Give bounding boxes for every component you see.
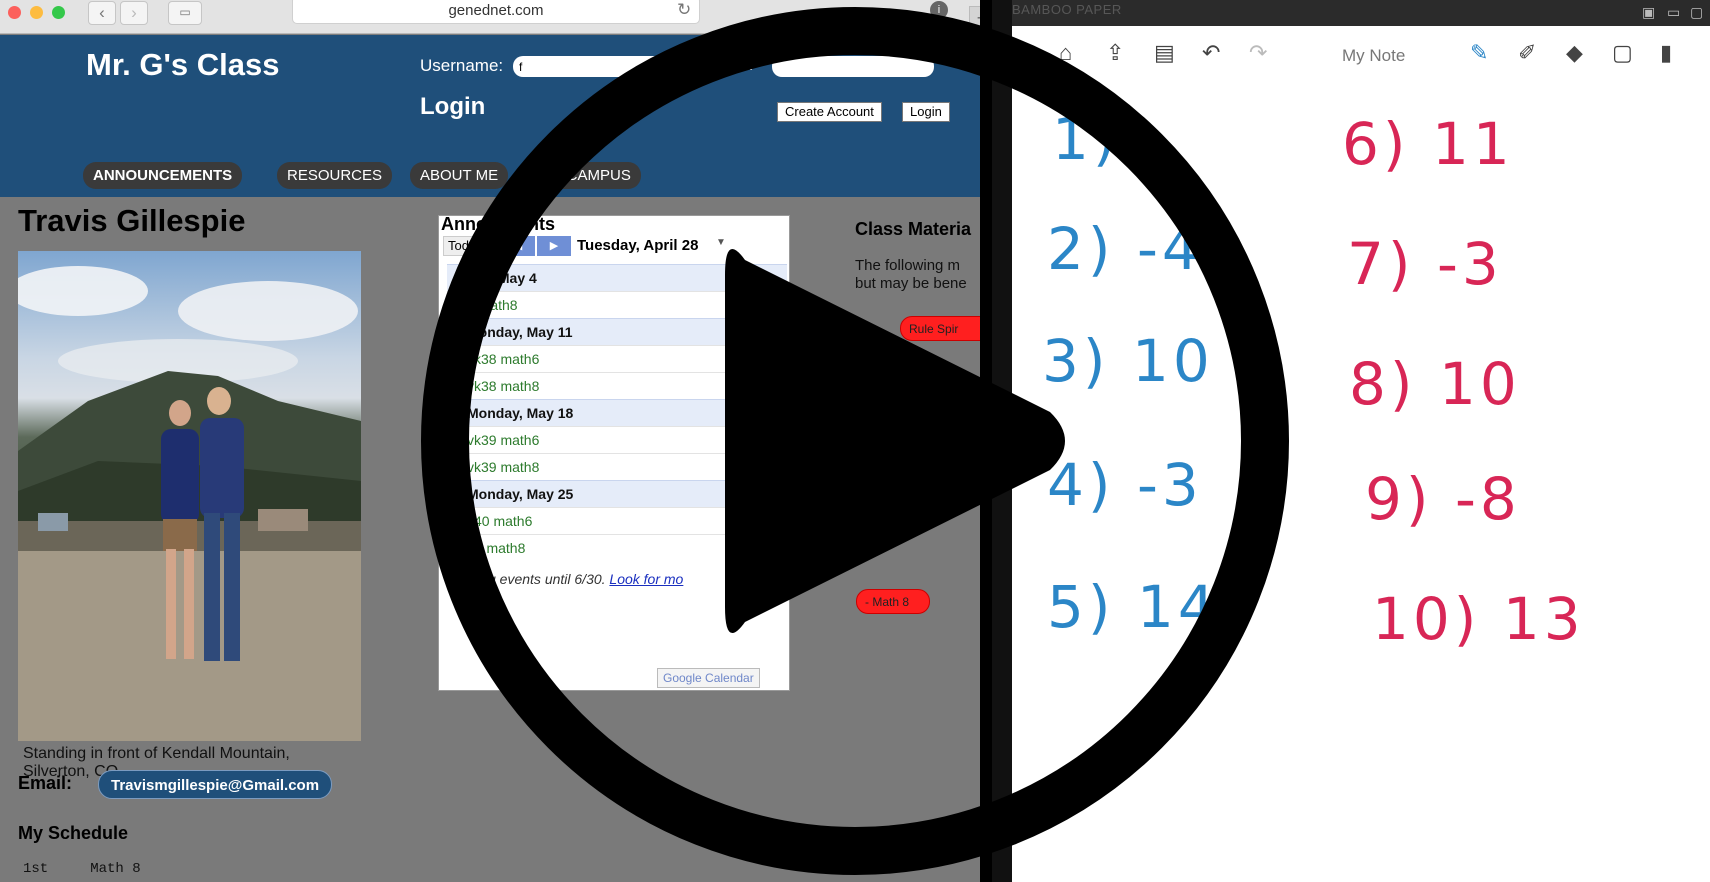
marker-icon[interactable]: ✐ (1518, 41, 1536, 65)
site-header: Mr. G's Class Username: ord: Login Creat… (0, 35, 980, 197)
dropdown-caret-icon[interactable]: ▼ (716, 237, 726, 248)
answer-9: 9) -8 (1365, 465, 1521, 533)
nav-about-me[interactable]: ABOUT ME (410, 162, 509, 189)
note-toolbar: ⌂ ⇪ ▤ ↶ ↷ My Note ✎ ✐ ◆ ▢ ▮ (1012, 26, 1710, 86)
look-for-more-link[interactable]: Look for mo (609, 571, 683, 587)
eraser-icon[interactable]: ◆ (1566, 41, 1583, 65)
calendar-date: Tuesday, April 28 (577, 237, 699, 254)
chat-icon[interactable]: ▣ (1642, 4, 1655, 21)
bookmark-icon[interactable]: ▮ (1660, 41, 1672, 65)
rule-spiral-link[interactable]: Rule Spir (900, 316, 980, 341)
profile-photo (18, 251, 361, 741)
answer-4: 4) -3 (1047, 451, 1203, 519)
class-materials-text: The following m but may be bene (855, 257, 967, 293)
note-title[interactable]: My Note (1342, 46, 1405, 66)
undo-icon[interactable]: ↶ (1202, 41, 1220, 65)
app-name: BAMBOO PAPER (1012, 2, 1122, 17)
share-icon[interactable]: ⇪ (1106, 41, 1124, 65)
new-page-icon[interactable]: ▢ (1612, 41, 1633, 65)
math-8-link[interactable]: - Math 8 (856, 589, 930, 614)
google-calendar-button[interactable]: Google Calendar (657, 668, 760, 688)
answer-5: 5) 14 (1047, 573, 1219, 641)
caption-line-1: Standing in front of Kendall Mountain, (23, 745, 290, 762)
answer-6: 6) 11 (1342, 110, 1514, 178)
calendar-next-button[interactable]: ▶ (537, 236, 571, 256)
class-materials-title: Class Materia (855, 219, 972, 239)
sidebar-icon[interactable]: ▭ (168, 1, 202, 25)
window-icon[interactable]: ▢ (1690, 4, 1703, 21)
pen-icon[interactable]: ✎ (1470, 41, 1488, 65)
create-account-button[interactable]: Create Account (777, 102, 882, 122)
chevron-left-icon[interactable]: ‹ (88, 1, 116, 25)
email-label: Email: (18, 773, 73, 793)
screen: ‹ › ▭ genednet.com ↻ i + Mr. G's Class U… (0, 0, 1710, 882)
calendar-more-text: wing events until 6/30. Look for mo (467, 571, 683, 587)
answer-8: 8) 10 (1349, 350, 1521, 418)
address-bar[interactable]: genednet.com (292, 0, 700, 24)
maximize-window-icon[interactable] (52, 6, 65, 19)
login-heading: Login (420, 93, 486, 120)
site-title[interactable]: Mr. G's Class (86, 47, 279, 83)
nav-announcements[interactable]: ANNOUNCEMENTS (83, 162, 243, 189)
cast-icon[interactable]: ▭ (1667, 4, 1680, 21)
person-name: Travis Gillespie (18, 203, 246, 238)
email-link[interactable]: Travismgillespie@Gmail.com (98, 770, 333, 799)
redo-icon[interactable]: ↷ (1249, 41, 1267, 65)
nav-resources[interactable]: RESOURCES (277, 162, 393, 189)
answer-3: 3) 10 (1042, 327, 1214, 395)
reload-icon[interactable]: ↻ (677, 0, 691, 20)
username-label: Username: (420, 56, 504, 75)
class-materials-line-2: but may be bene (855, 275, 967, 292)
image-icon[interactable]: ▤ (1154, 41, 1175, 65)
close-window-icon[interactable] (8, 6, 21, 19)
login-button[interactable]: Login (902, 102, 950, 122)
schedule-title: My Schedule (18, 823, 129, 843)
answer-7: 7) -3 (1347, 230, 1503, 298)
schedule-row: 1st Math 8 (23, 861, 141, 877)
class-materials-line-1: The following m (855, 257, 961, 274)
answer-10: 10) 13 (1372, 585, 1585, 653)
chevron-right-icon[interactable]: › (120, 1, 148, 25)
minimize-window-icon[interactable] (30, 6, 43, 19)
app-title-bar: BAMBOO PAPER ▣ ▭ ▢ (1012, 0, 1710, 26)
